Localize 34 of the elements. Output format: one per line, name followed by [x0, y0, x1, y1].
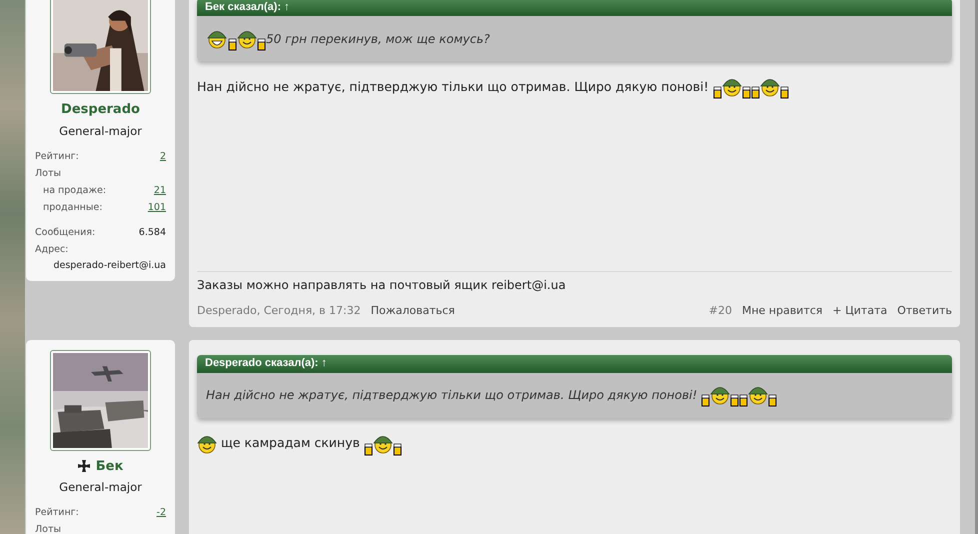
quote-text: Нан дійсно не жратує, підтверджую тільки що отримав. Щиро дякую понові! [206, 387, 698, 404]
stat-link[interactable]: 101 [148, 198, 166, 216]
post-byline: Desperado, Сегодня, в 17:32 [197, 303, 361, 319]
stat-label: Рейтинг: [35, 150, 79, 164]
user-name[interactable]: Desperado [61, 100, 140, 120]
stat-label: Лоты [35, 166, 61, 181]
message-text: ще камрадам скинув [220, 434, 361, 452]
user-name[interactable]: Бек [96, 456, 124, 476]
stat-link[interactable]: -2 [156, 504, 166, 522]
message-text: Нан дійсно не жратує, підтверджую тільки що отримав. Щиро дякую понові! [197, 78, 710, 96]
user-rank: General-major [59, 479, 142, 496]
post-number-link[interactable]: #20 [708, 303, 732, 320]
stat-label: Рейтинг: [35, 506, 79, 520]
report-link[interactable]: Пожаловаться [370, 303, 455, 320]
quote-author: Desperado сказал(а): [205, 356, 318, 372]
stat-link[interactable]: 2 [160, 148, 166, 165]
stat-label: Сообщения: [35, 226, 96, 240]
stat-value: desperado-reibert@i.ua [52, 258, 166, 273]
jump-link[interactable]: ↑ [284, 0, 290, 16]
cross-icon [78, 460, 90, 472]
action-link[interactable]: Ответить [897, 303, 952, 320]
jump-link[interactable]: ↑ [321, 355, 327, 372]
quote-text: 50 грн перекинув, мож ще комусь? [266, 30, 490, 48]
stat-label: проданные: [43, 200, 102, 215]
action-link[interactable]: + Цитата [832, 303, 888, 320]
quote-author: Бек сказал(а): [205, 0, 281, 15]
stat-value: 6.584 [138, 226, 166, 240]
action-link[interactable]: Мне нравится [742, 303, 823, 320]
user-rank: General-major [59, 122, 142, 140]
signature-text: Заказы можно направлять на почтовый ящик reibert@i.ua [197, 277, 567, 294]
stat-link[interactable]: 21 [154, 182, 166, 199]
stat-label: Адрес: [35, 242, 68, 257]
stat-label: на продаже: [43, 184, 106, 198]
stat-label: Лоты [35, 523, 61, 534]
